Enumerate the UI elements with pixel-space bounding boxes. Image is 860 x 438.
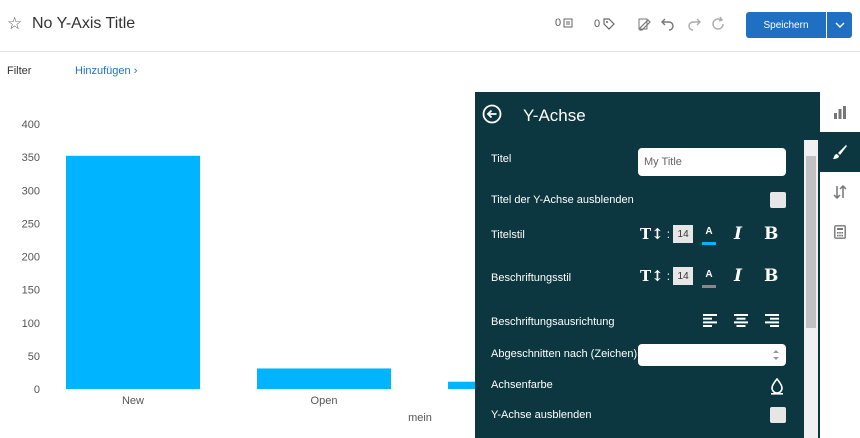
redo-icon[interactable] (687, 16, 703, 32)
y-tick-label: 400 (22, 119, 40, 131)
color-drop-icon[interactable] (769, 377, 785, 395)
font-color-icon: A (705, 269, 713, 280)
label-font-size-group: T↕ : 14 (640, 267, 694, 285)
label-bold-button[interactable]: B (764, 266, 778, 286)
truncate-number-input[interactable] (638, 344, 786, 366)
y-tick-label: 50 (28, 351, 40, 363)
rail-style-button[interactable] (820, 132, 860, 172)
title-font-size-group: T↕ : 14 (640, 225, 694, 243)
sort-arrows-icon (833, 185, 847, 199)
y-tick-label: 100 (22, 318, 40, 330)
bar-chart: 0 50 100 150 200 250 300 350 400 New Open mein (22, 119, 480, 424)
title-color-indicator (702, 242, 716, 245)
paintbrush-icon (833, 145, 847, 159)
label-alignment-label: Beschriftungsausrichtung (491, 316, 615, 328)
title-label: Titel (491, 153, 512, 165)
title-font-color-button[interactable]: A (702, 226, 716, 246)
panel-title: Y-Achse (523, 106, 586, 125)
title-bold-button[interactable]: B (764, 224, 778, 244)
rail-chart-button[interactable] (820, 92, 860, 132)
label-style-label: Beschriftungsstil (491, 272, 572, 284)
edit-icon[interactable] (637, 16, 653, 32)
label-color-indicator (702, 285, 716, 288)
comment-icon (563, 18, 573, 28)
bar-new[interactable] (66, 155, 200, 389)
hide-axis-checkbox[interactable] (770, 407, 786, 423)
label-font-color-button[interactable]: A (702, 269, 716, 289)
comment-count: 0 (555, 17, 562, 29)
y-axis-settings-panel: Y-Achse Titel Titel der Y-Achse ausblend… (475, 92, 820, 438)
label-font-size-value[interactable]: 14 (673, 267, 694, 285)
y-tick-label: 300 (22, 185, 40, 197)
font-size-icon[interactable]: T↕ (640, 267, 664, 285)
x-tick-label: New (122, 395, 144, 407)
align-right-icon[interactable] (765, 314, 779, 327)
hide-title-label: Titel der Y-Achse ausblenden (491, 194, 634, 206)
header: ☆ No Y-Axis Title 0 0 Speichern (0, 0, 860, 52)
panel-scrollbar-thumb[interactable] (806, 156, 816, 328)
tag-count: 0 (594, 18, 601, 30)
title-font-size-value[interactable]: 14 (673, 225, 694, 243)
align-center-icon[interactable] (734, 314, 748, 327)
font-color-icon: A (705, 226, 713, 237)
y-tick-label: 0 (34, 384, 40, 396)
save-button[interactable]: Speichern (746, 12, 826, 38)
filter-label: Filter (7, 65, 32, 77)
x-tick-label: Open (311, 395, 338, 407)
font-size-icon[interactable]: T↕ (640, 225, 664, 243)
x-tick-label: mein (408, 412, 432, 424)
label-italic-button[interactable]: I (734, 266, 742, 286)
right-icon-rail (820, 92, 860, 438)
refresh-icon[interactable] (710, 16, 726, 32)
favorite-star-icon[interactable]: ☆ (7, 15, 23, 32)
stepper-arrows-icon[interactable] (771, 346, 781, 364)
truncate-label: Abgeschnitten nach (Zeichen) (491, 348, 638, 360)
tag-icon (603, 18, 615, 30)
rail-sort-button[interactable] (820, 172, 860, 212)
chevron-down-icon (835, 22, 844, 28)
align-left-icon[interactable] (703, 314, 717, 327)
bar-open[interactable] (257, 368, 391, 389)
y-tick-label: 350 (22, 152, 40, 164)
y-tick-label: 150 (22, 285, 40, 297)
hide-axis-label: Y-Achse ausblenden (491, 409, 592, 421)
comment-counter[interactable]: 0 (555, 17, 573, 29)
title-style-label: Titelstil (491, 229, 525, 241)
title-italic-button[interactable]: I (734, 224, 742, 244)
axis-color-label: Achsenfarbe (491, 379, 553, 391)
y-tick-label: 250 (22, 218, 40, 230)
y-tick-label: 200 (22, 252, 40, 264)
axis-title-input[interactable] (638, 148, 786, 176)
colon-separator: : (666, 269, 671, 283)
save-dropdown-button[interactable] (826, 12, 852, 38)
back-arrow-icon[interactable] (482, 104, 502, 124)
colon-separator: : (666, 227, 671, 241)
filter-add-link[interactable]: Hinzufügen › (75, 65, 137, 77)
hide-title-checkbox[interactable] (770, 192, 786, 208)
bar-chart-icon (834, 106, 846, 119)
page-title: No Y-Axis Title (32, 15, 136, 32)
calculator-icon (834, 225, 846, 239)
rail-calculator-button[interactable] (820, 212, 860, 252)
undo-icon[interactable] (659, 16, 675, 32)
tag-counter[interactable]: 0 (594, 17, 616, 31)
